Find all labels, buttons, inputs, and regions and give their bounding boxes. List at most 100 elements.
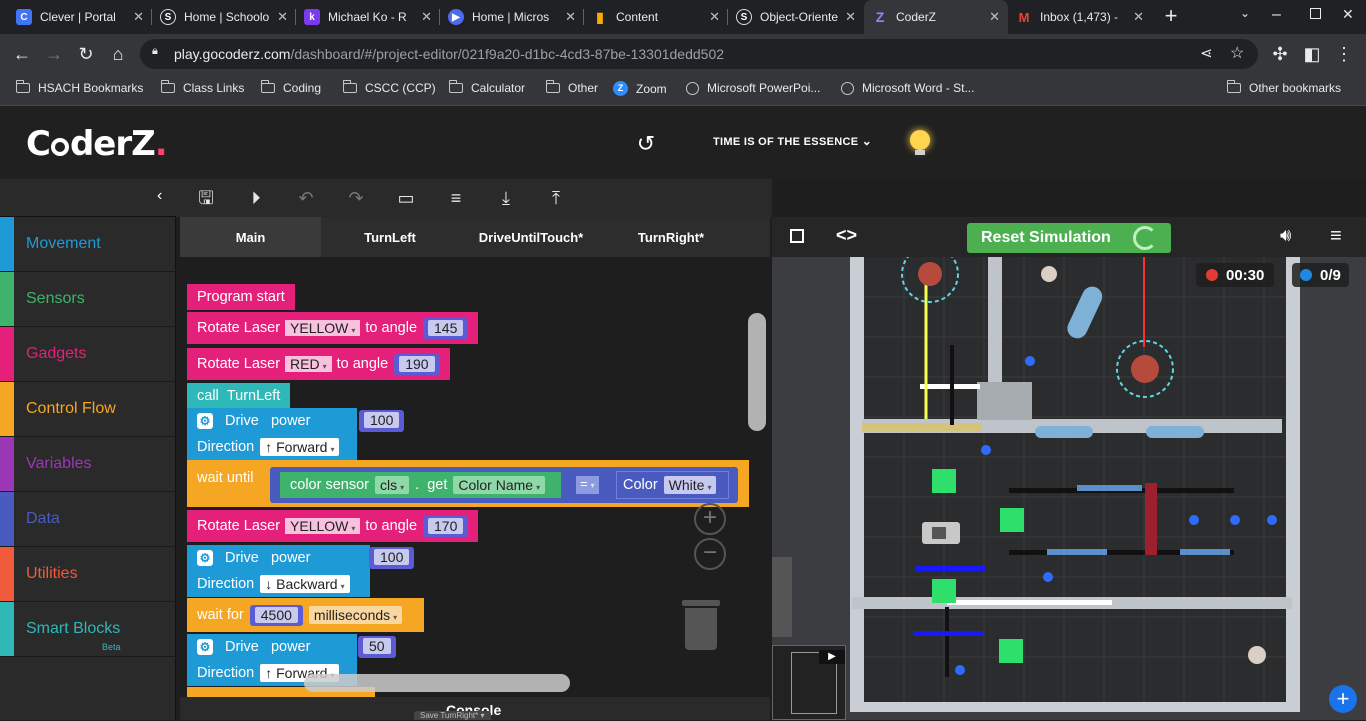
camera-switch-icon[interactable]: ▶ — [819, 650, 845, 664]
rotate-laser-block[interactable]: Rotate Laser YELLOW ▾ to angle 170 — [187, 510, 479, 542]
bookmark-star-icon[interactable]: ☆ — [1230, 43, 1244, 63]
upload-icon[interactable]: ⤒ — [544, 187, 568, 209]
zoom-in-icon[interactable]: + — [694, 503, 726, 535]
horizontal-scrollbar[interactable] — [304, 674, 570, 692]
close-tab-icon[interactable]: ✕ — [133, 9, 144, 25]
cast-icon[interactable]: ▭ — [394, 187, 418, 209]
forward-arrow-icon[interactable]: → — [42, 42, 66, 66]
restore-window-icon[interactable] — [1310, 8, 1321, 19]
console-bar[interactable]: Console Save TurnRight* ▾ — [180, 697, 770, 720]
history-icon[interactable]: ↺ — [634, 132, 658, 156]
fullscreen-icon[interactable] — [790, 229, 804, 243]
trash-can-icon[interactable] — [682, 600, 720, 650]
browser-tab-clever[interactable]: C Clever | Portal ✕ — [8, 0, 152, 34]
bookmark-zoom[interactable]: Z Zoom — [613, 81, 667, 96]
browser-tab-object-oriented[interactable]: S Object-Oriente ✕ — [728, 0, 864, 34]
angle-input[interactable]: 190 — [399, 355, 435, 372]
direction-dropdown[interactable]: ↓ Backward ▾ — [260, 575, 350, 593]
drive-block[interactable]: ⚙ Drive power — [187, 545, 370, 571]
add-floating-button[interactable]: + — [1329, 685, 1357, 713]
reload-icon[interactable]: ↻ — [74, 42, 98, 66]
color-property-dropdown[interactable]: Color Name ▾ — [453, 476, 546, 494]
sensor-port-dropdown[interactable]: cls ▾ — [374, 476, 410, 494]
collapse-chevron-left-icon[interactable]: ‹ — [157, 187, 162, 205]
drive-block[interactable]: ⚙ Drive power — [187, 408, 357, 434]
close-tab-icon[interactable]: ✕ — [277, 9, 288, 25]
power-input[interactable]: 100 — [374, 549, 410, 565]
drive-block[interactable]: ⚙ Drive power — [187, 634, 357, 660]
close-window-icon[interactable]: ✕ — [1342, 6, 1354, 23]
category-smart-blocks[interactable]: Smart Blocks Beta — [0, 602, 176, 657]
browser-tab-microsoft[interactable]: ▶ Home | Micros ✕ — [440, 0, 584, 34]
simulation-viewport[interactable]: 00:30 0/9 ▶ + — [772, 257, 1366, 720]
category-control-flow[interactable]: Control Flow — [0, 382, 176, 437]
bookmark-folder-coding[interactable]: Coding — [260, 80, 321, 95]
category-variables[interactable]: Variables — [0, 437, 176, 492]
call-function-block[interactable]: call TurnLeft — [187, 383, 291, 409]
rotate-laser-block[interactable]: Rotate Laser RED ▾ to angle 190 — [187, 348, 450, 380]
download-icon[interactable]: ⤓ — [494, 187, 518, 209]
laser-color-dropdown[interactable]: RED ▾ — [285, 356, 332, 372]
bookmark-other-bookmarks[interactable]: Other bookmarks — [1226, 80, 1341, 95]
bookmark-folder-other[interactable]: Other — [545, 80, 598, 95]
angle-input[interactable]: 170 — [428, 517, 464, 534]
browser-tab-gmail[interactable]: M Inbox (1,473) - ✕ — [1008, 0, 1152, 34]
close-tab-icon[interactable]: ✕ — [421, 9, 432, 25]
back-arrow-icon[interactable]: ← — [10, 42, 34, 66]
minimize-window-icon[interactable]: – — [1272, 6, 1281, 24]
color-sensor-block[interactable]: color sensor cls ▾. get Color Name ▾ — [280, 472, 562, 498]
angle-input[interactable]: 145 — [428, 319, 464, 336]
share-icon[interactable]: ⋖ — [1200, 44, 1213, 62]
category-movement[interactable]: Movement — [0, 217, 176, 272]
browser-tab-schoology[interactable]: S Home | Schoolo ✕ — [152, 0, 296, 34]
bookmark-folder-calculator[interactable]: Calculator — [448, 80, 525, 95]
close-tab-icon[interactable]: ✕ — [565, 9, 576, 25]
bookmark-powerpoint[interactable]: Microsoft PowerPoi... — [686, 81, 820, 95]
program-start-block[interactable]: Program start — [187, 284, 295, 310]
reset-simulation-button[interactable]: Reset Simulation — [967, 223, 1171, 253]
close-tab-icon[interactable]: ✕ — [845, 9, 856, 25]
close-tab-icon[interactable]: ✕ — [989, 9, 1000, 25]
settings-gear-icon[interactable]: ⚙ — [197, 550, 213, 566]
browser-tab-content[interactable]: ▮ Content ✕ — [584, 0, 728, 34]
side-panel-icon[interactable]: ◧ — [1300, 42, 1324, 66]
vertical-scrollbar[interactable] — [748, 313, 766, 431]
category-sensors[interactable]: Sensors — [0, 272, 176, 327]
run-play-icon[interactable]: ⏵︎ — [244, 187, 268, 209]
browser-tab-coderz[interactable]: Z CoderZ ✕ — [864, 0, 1008, 34]
add-function-icon[interactable]: ≡ — [444, 187, 468, 209]
extensions-puzzle-icon[interactable]: ✣ — [1268, 42, 1292, 66]
tab-driveuntiltouch[interactable]: DriveUntilTouch* — [459, 217, 603, 257]
tab-turnright[interactable]: TurnRight* — [603, 217, 739, 257]
new-tab-plus-icon[interactable]: + — [1160, 4, 1182, 28]
settings-gear-icon[interactable]: ⚙ — [197, 639, 213, 655]
category-data[interactable]: Data — [0, 492, 176, 547]
wait-time-input[interactable]: 4500 — [254, 606, 298, 623]
bookmark-folder-class-links[interactable]: Class Links — [160, 80, 244, 95]
code-view-icon[interactable]: <> — [836, 225, 857, 246]
laser-color-dropdown[interactable]: YELLOW ▾ — [285, 518, 361, 534]
mission-title-dropdown[interactable]: TIME IS OF THE ESSENCE ⌄ — [713, 134, 872, 148]
laser-color-dropdown[interactable]: YELLOW ▾ — [285, 320, 361, 336]
settings-gear-icon[interactable]: ⚙ — [197, 413, 213, 429]
coderz-logo[interactable]: CderZ. — [26, 124, 175, 164]
bookmark-word[interactable]: Microsoft Word - St... — [841, 81, 974, 95]
color-value-dropdown[interactable]: White ▾ — [663, 476, 717, 494]
save-icon[interactable]: 🖫︎ — [194, 187, 218, 209]
hint-lightbulb-icon[interactable] — [910, 130, 930, 150]
tab-main[interactable]: Main — [180, 217, 321, 257]
bookmark-folder-cscc[interactable]: CSCC (CCP) — [342, 80, 436, 95]
wait-for-block[interactable]: wait for 4500 milliseconds ▾ — [187, 598, 424, 632]
close-tab-icon[interactable]: ✕ — [709, 9, 720, 25]
blockly-workspace[interactable]: Program start Rotate Laser YELLOW ▾ to angl… — [180, 257, 770, 697]
operator-dropdown[interactable]: = ▾ — [576, 476, 599, 494]
direction-dropdown[interactable]: ↑ Forward▾ — [260, 438, 340, 456]
tab-turnleft[interactable]: TurnLeft — [321, 217, 459, 257]
tab-search-chevron-icon[interactable]: ⌄ — [1240, 6, 1250, 20]
settings-sliders-icon[interactable]: ≡ — [1330, 225, 1342, 248]
category-utilities[interactable]: Utilities — [0, 547, 176, 602]
category-gadgets[interactable]: Gadgets — [0, 327, 176, 382]
redo-icon[interactable]: ↷ — [344, 187, 368, 209]
address-bar[interactable]: 🔒︎ play.gocoderz.com/dashboard/#/project… — [140, 39, 1258, 69]
volume-icon[interactable]: 🔊︎ — [1280, 225, 1291, 246]
